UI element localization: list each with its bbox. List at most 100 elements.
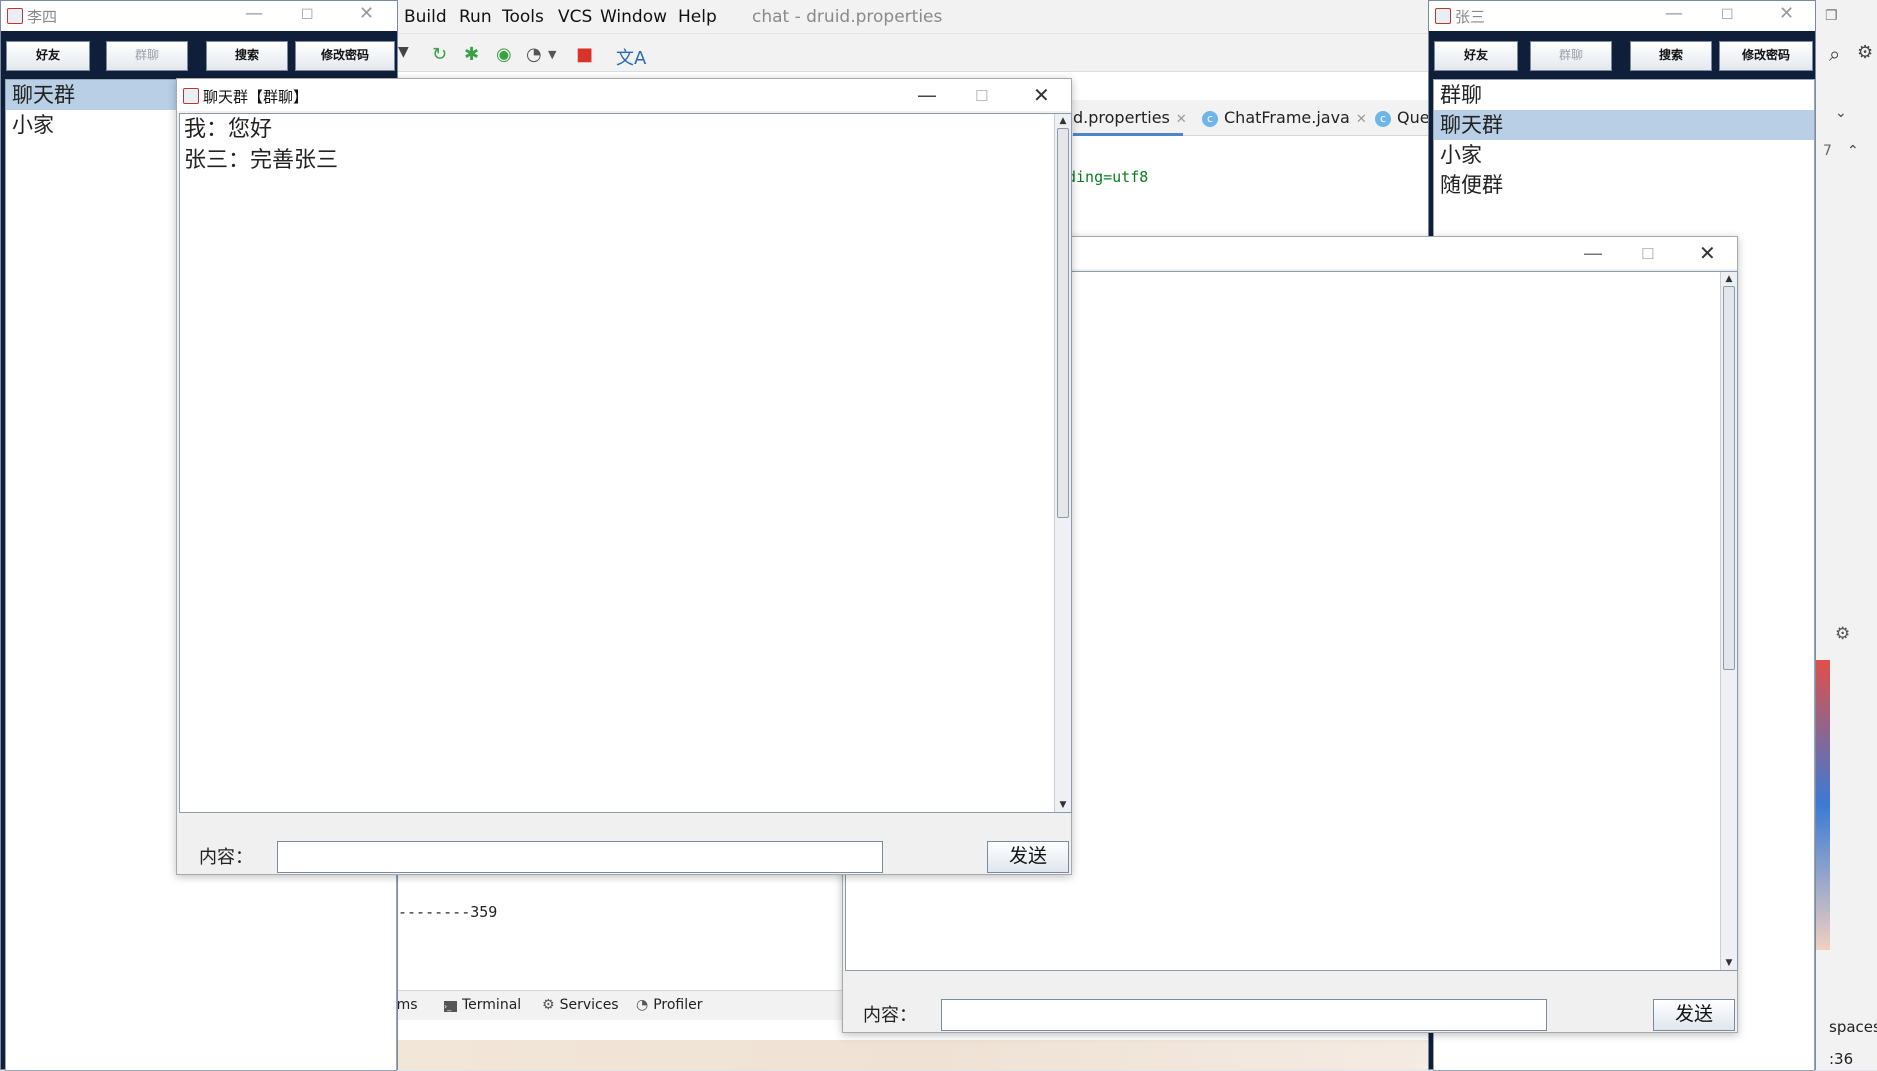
- tab-label: d.properties: [1073, 108, 1170, 127]
- message-input[interactable]: [277, 841, 883, 873]
- line-number: 7: [1823, 143, 1832, 159]
- tab-label: Que: [1397, 108, 1430, 127]
- tool-label: Profiler: [653, 997, 703, 1013]
- scroll-down-icon[interactable]: ▼: [1721, 956, 1737, 970]
- coverage-icon[interactable]: ◉: [496, 44, 512, 65]
- java-icon: [1435, 8, 1451, 24]
- close-icon[interactable]: ✕: [1699, 241, 1716, 265]
- menu-build[interactable]: Build: [404, 7, 447, 27]
- search-icon[interactable]: ⌕: [1829, 42, 1840, 66]
- maximize-icon[interactable]: ☐: [1721, 7, 1734, 23]
- maximize-icon[interactable]: ☐: [301, 7, 314, 23]
- client-title: 张三: [1455, 8, 1486, 26]
- debug-bug-icon[interactable]: ✱: [464, 44, 479, 65]
- scroll-up-icon[interactable]: ▲: [1721, 272, 1737, 286]
- stop-icon[interactable]: ■: [576, 44, 593, 65]
- close-icon[interactable]: ✕: [1176, 112, 1187, 127]
- scroll-up-icon[interactable]: ▲: [1055, 114, 1071, 128]
- minimize-icon[interactable]: —: [1583, 241, 1603, 265]
- friends-button[interactable]: 好友: [6, 41, 90, 71]
- java-icon: [183, 88, 199, 104]
- tab-que[interactable]: c Que: [1375, 108, 1430, 127]
- chat-history-area[interactable]: 我：您好 张三：完善张三 ▲ ▼: [179, 113, 1072, 813]
- tool-label: Terminal: [462, 997, 522, 1013]
- client-titlebar: 李四 — ☐ ✕: [1, 1, 397, 31]
- chevron-down-icon[interactable]: ▼: [548, 48, 556, 61]
- list-item[interactable]: 聊天群: [1434, 110, 1814, 140]
- change-password-button[interactable]: 修改密码: [1719, 41, 1813, 71]
- client-title: 李四: [27, 8, 58, 26]
- close-icon[interactable]: ✕: [359, 3, 374, 24]
- list-item[interactable]: 群聊: [1434, 80, 1814, 110]
- content-label: 内容：: [199, 847, 253, 868]
- close-icon[interactable]: ✕: [1356, 112, 1367, 127]
- send-button[interactable]: 发送: [987, 841, 1069, 873]
- friends-button[interactable]: 好友: [1434, 41, 1518, 71]
- menu-window[interactable]: Window: [600, 7, 667, 27]
- time-status: :36: [1829, 1050, 1854, 1068]
- profile-icon[interactable]: ◔: [526, 44, 542, 65]
- tab-druid-properties[interactable]: d.properties ✕: [1073, 108, 1187, 127]
- class-icon: c: [1202, 110, 1218, 127]
- content-label: 内容：: [863, 1005, 917, 1026]
- group-chat-button[interactable]: 群聊: [1530, 41, 1612, 71]
- client-titlebar: 张三 — ☐ ✕: [1429, 1, 1815, 31]
- java-icon: [7, 8, 23, 24]
- services-gear-icon: ⚙: [542, 997, 555, 1013]
- ide-toolbar: ▼ ↻ ✱ ◉ ◔ ▼ ■ 文A: [390, 34, 1490, 72]
- maximize-icon[interactable]: ☐: [1641, 245, 1654, 263]
- chat-scrollbar[interactable]: ▲ ▼: [1720, 272, 1737, 970]
- chat-message: 我：您好: [184, 117, 273, 142]
- profiler-icon: ◔: [636, 997, 649, 1013]
- menu-tools[interactable]: Tools: [502, 7, 544, 27]
- ide-tool-window-bar: ems ›_ Terminal ⚙ Services ◔ Profiler: [388, 990, 843, 1020]
- group-chat-button[interactable]: 群聊: [106, 41, 188, 71]
- minimize-icon[interactable]: —: [245, 3, 263, 24]
- tool-label: Services: [559, 997, 619, 1013]
- menu-help[interactable]: Help: [678, 7, 717, 27]
- change-password-button[interactable]: 修改密码: [295, 41, 395, 71]
- console-output-line: --------359: [398, 903, 498, 921]
- dropdown-arrow-icon[interactable]: ▼: [398, 44, 409, 60]
- search-button[interactable]: 搜索: [1630, 41, 1712, 71]
- active-tab-underline: [1073, 133, 1183, 136]
- translate-icon[interactable]: 文A: [616, 44, 646, 70]
- message-input[interactable]: [941, 999, 1547, 1031]
- restore-window-icon[interactable]: ❐: [1825, 8, 1838, 24]
- menu-vcs[interactable]: VCS: [558, 7, 592, 27]
- class-icon: c: [1375, 110, 1391, 127]
- chevron-down-icon[interactable]: ⌄: [1835, 105, 1847, 121]
- minimize-icon[interactable]: —: [1665, 3, 1683, 24]
- rerun-icon[interactable]: ↻: [432, 44, 447, 65]
- menu-run[interactable]: Run: [459, 7, 492, 27]
- tab-label: ChatFrame.java: [1224, 108, 1350, 127]
- list-item[interactable]: 小家: [1434, 140, 1814, 170]
- maximize-icon[interactable]: ☐: [975, 87, 988, 105]
- minimize-icon[interactable]: —: [917, 83, 937, 107]
- dialog-title: 聊天群【群聊】: [203, 88, 309, 106]
- close-icon[interactable]: ✕: [1033, 83, 1050, 107]
- chat-message: 张三：完善张三: [184, 148, 339, 173]
- tool-services[interactable]: ⚙ Services: [542, 997, 619, 1013]
- list-item[interactable]: 随便群: [1434, 170, 1814, 200]
- tool-profiler[interactable]: ◔ Profiler: [636, 997, 703, 1013]
- terminal-icon: ›_: [444, 1001, 457, 1012]
- scrollbar-thumb[interactable]: [1057, 128, 1069, 518]
- scroll-down-icon[interactable]: ▼: [1055, 798, 1071, 812]
- settings-gear-icon[interactable]: ⚙: [1857, 42, 1873, 63]
- code-line: ding=utf8: [1067, 168, 1149, 186]
- desktop-wallpaper-strip: [390, 1040, 1490, 1070]
- chat-scrollbar[interactable]: ▲ ▼: [1054, 114, 1071, 812]
- send-button[interactable]: 发送: [1653, 999, 1735, 1031]
- tab-chatframe-java[interactable]: c ChatFrame.java ✕: [1202, 108, 1367, 127]
- tool-terminal[interactable]: ›_ Terminal: [444, 997, 521, 1013]
- close-icon[interactable]: ✕: [1779, 3, 1794, 24]
- ide-window-title: chat - druid.properties: [752, 7, 943, 27]
- settings-gear-icon[interactable]: ⚙: [1835, 624, 1850, 644]
- search-button[interactable]: 搜索: [206, 41, 288, 71]
- ide-menubar: Build Run Tools VCS Window Help chat - d…: [390, 0, 1490, 34]
- chat-dialog-lisi: 聊天群【群聊】 — ☐ ✕ 我：您好 张三：完善张三 ▲ ▼ 内容： 发送: [176, 78, 1072, 875]
- indent-status[interactable]: spaces: [1829, 1018, 1877, 1036]
- scrollbar-thumb[interactable]: [1723, 286, 1735, 670]
- chevron-up-icon[interactable]: ⌃: [1847, 143, 1859, 159]
